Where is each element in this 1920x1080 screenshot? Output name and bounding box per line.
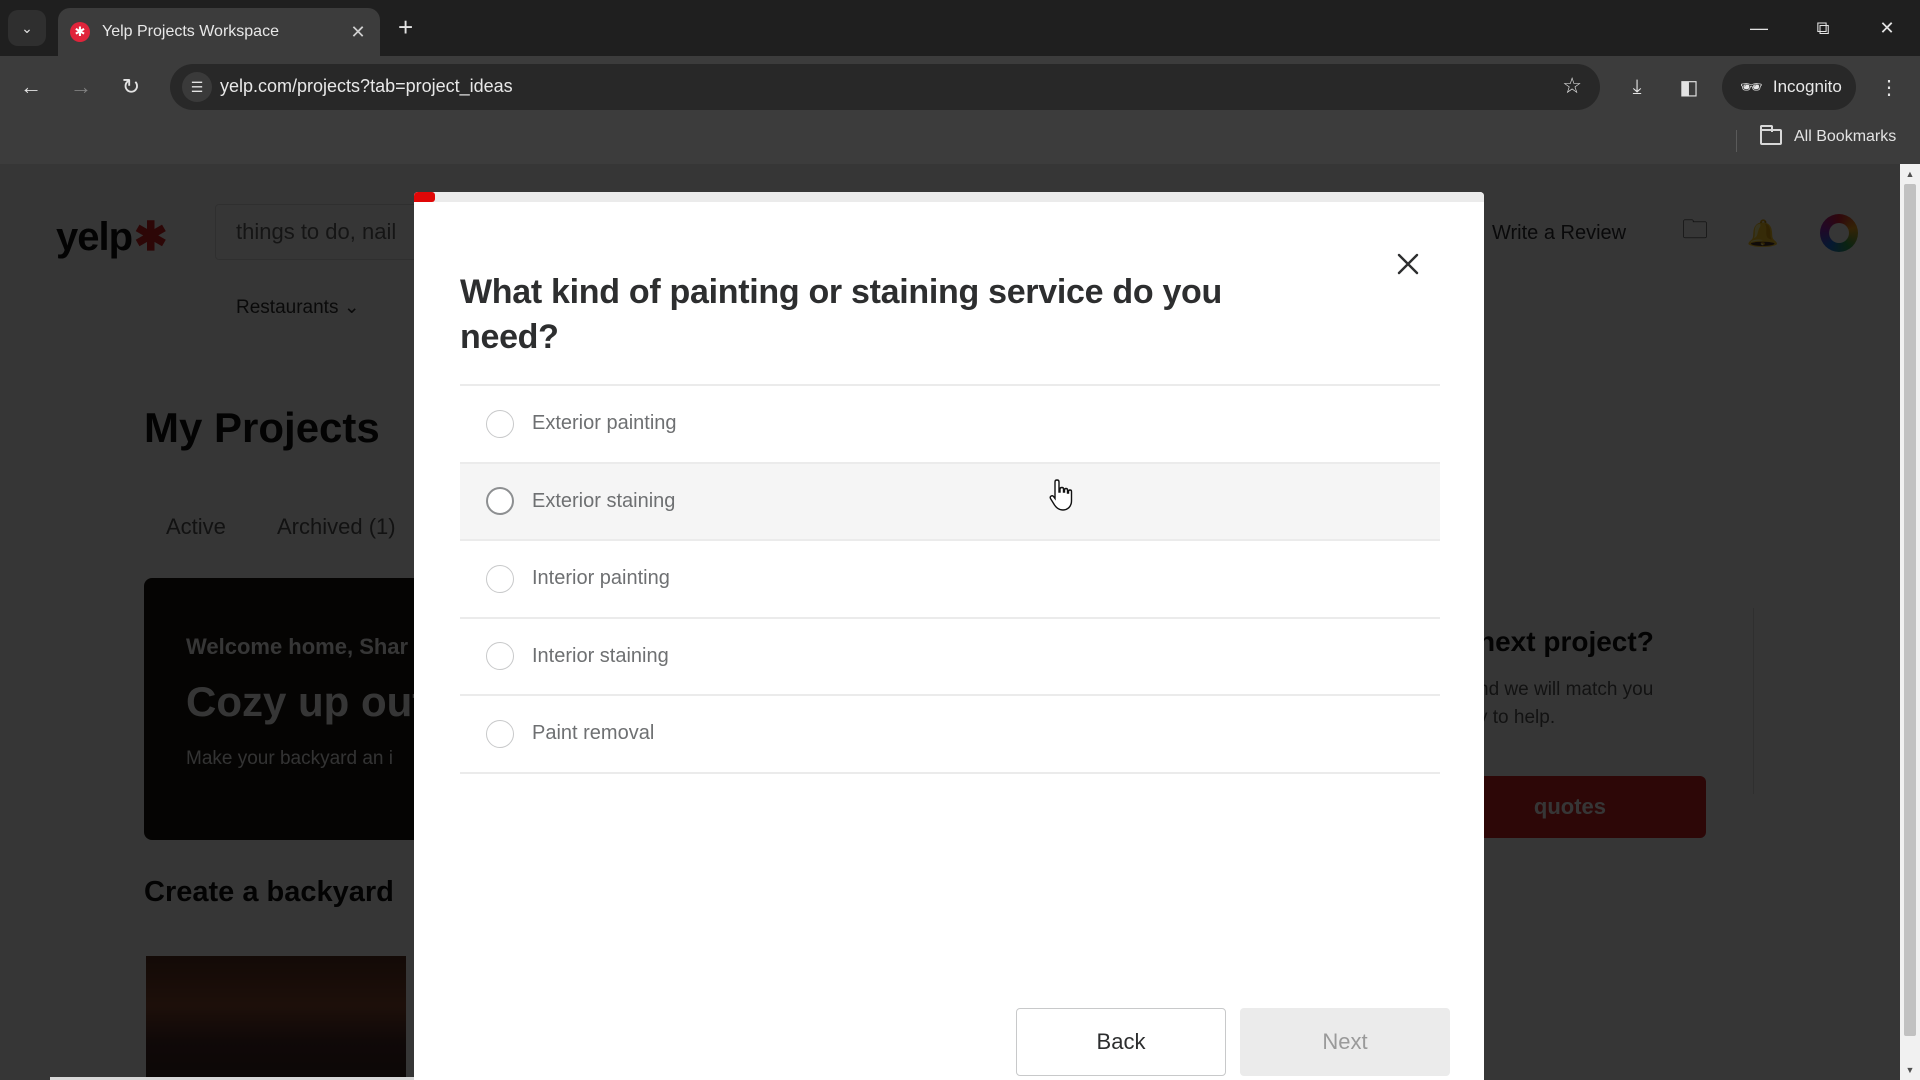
close-icon: ✕ [1879,17,1895,38]
progress-bar [414,192,1484,202]
service-question-modal: What kind of painting or staining servic… [414,192,1484,1080]
all-bookmarks-label: All Bookmarks [1794,128,1897,145]
option-label: Paint removal [532,722,655,745]
option-label: Exterior painting [532,412,677,435]
forward-nav-button[interactable]: → [64,70,98,104]
modal-question: What kind of painting or staining servic… [460,273,1222,356]
bookmarks-separator [1736,130,1737,152]
option-interior-painting[interactable]: Interior painting [460,541,1440,619]
option-label: Interior staining [532,644,669,667]
minimize-button[interactable]: — [1734,10,1784,46]
reload-button[interactable]: ↻ [114,70,148,104]
restore-button[interactable]: ⧉ [1798,10,1848,46]
next-button[interactable]: Next [1240,1008,1450,1076]
chevron-down-icon: ⌄ [21,19,33,36]
tab-title: Yelp Projects Workspace [102,23,279,40]
option-exterior-painting[interactable]: Exterior painting [460,386,1440,464]
radio-button[interactable] [486,642,514,671]
window-close-button[interactable]: ✕ [1862,10,1912,46]
yelp-favicon-icon: ✱ [70,22,90,42]
address-bar[interactable]: ☰ yelp.com/projects?tab=project_ideas ☆ [170,64,1600,110]
reload-icon: ↻ [121,74,141,99]
browser-toolbar: ← → ↻ ☰ yelp.com/projects?tab=project_id… [0,56,1920,118]
minimize-icon: — [1750,17,1768,38]
option-paint-removal[interactable]: Paint removal [460,696,1440,774]
incognito-icon: 🕶 [1740,76,1763,97]
radio-button[interactable] [486,564,514,593]
incognito-label: Incognito [1772,77,1842,96]
tab-close-icon[interactable]: ✕ [348,22,368,43]
option-exterior-staining[interactable]: Exterior staining [460,463,1440,541]
option-label: Interior painting [532,567,670,590]
scrollbar-thumb[interactable] [1904,184,1916,1036]
option-interior-staining[interactable]: Interior staining [460,619,1440,696]
more-vert-icon: ⋮ [1879,76,1899,99]
back-button[interactable]: Back [1016,1008,1226,1076]
page-scrollbar[interactable]: ▲ ▼ [1900,164,1920,1080]
incognito-indicator[interactable]: 🕶 Incognito [1722,64,1856,110]
browser-tab-strip: ⌄ ✱ Yelp Projects Workspace ✕ + — ⧉ ✕ [0,0,1920,56]
download-icon: ⤓ [1632,75,1642,98]
url-text[interactable]: yelp.com/projects?tab=project_ideas [220,76,513,97]
site-info-icon[interactable]: ☰ [182,72,212,102]
scroll-up-arrow-icon[interactable]: ▲ [1900,166,1920,182]
option-label: Exterior staining [532,489,676,512]
modal-close-button[interactable] [1390,246,1426,282]
radio-button[interactable] [486,487,514,516]
service-options-list: Exterior painting Exterior staining Inte… [460,384,1440,774]
new-tab-button[interactable]: + [398,12,413,42]
scroll-down-arrow-icon[interactable]: ▼ [1900,1062,1920,1078]
radio-button[interactable] [486,409,514,438]
all-bookmarks-button[interactable]: All Bookmarks [1760,125,1897,146]
bookmarks-bar: All Bookmarks [0,118,1920,164]
side-panel-button[interactable]: ◧ [1672,70,1706,104]
bookmark-star-icon[interactable]: ☆ [1562,73,1582,99]
close-icon [1397,253,1419,275]
folder-icon [1760,125,1782,145]
back-nav-button[interactable]: ← [14,70,48,104]
browser-menu-button[interactable]: ⋮ [1872,70,1906,104]
downloads-button[interactable]: ⤓ [1620,70,1654,104]
browser-tab-active[interactable]: ✱ Yelp Projects Workspace ✕ [58,8,380,56]
arrow-left-icon: ← [20,74,42,99]
arrow-right-icon: → [70,74,92,99]
tab-search-button[interactable]: ⌄ [8,10,46,46]
radio-button[interactable] [486,719,514,748]
progress-bar-fill [414,192,436,202]
side-panel-icon: ◧ [1679,76,1699,99]
restore-icon: ⧉ [1816,17,1830,38]
